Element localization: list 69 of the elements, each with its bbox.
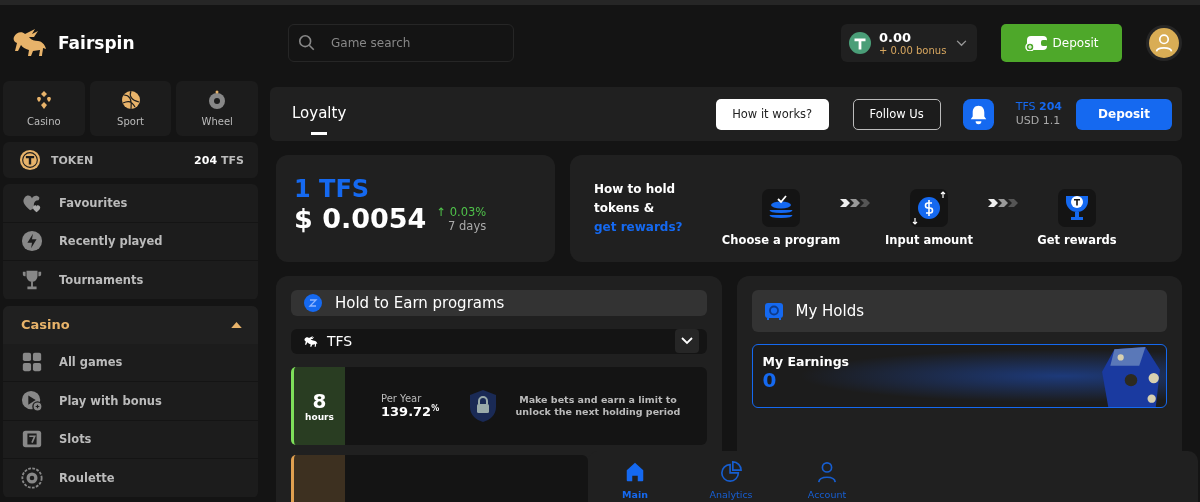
grid-icon (21, 351, 43, 374)
panel-title: My Holds (795, 302, 865, 320)
duration-number: 8 (312, 390, 327, 412)
duration-unit: hours (305, 412, 334, 422)
panel-title: Hold to Earn programs (335, 293, 505, 312)
category-tile[interactable]: Wheel (176, 81, 258, 136)
badge-icon (303, 292, 323, 313)
sidebar-item[interactable]: Favourites (3, 184, 258, 223)
roulette-icon (21, 466, 43, 489)
category-tile[interactable]: Sport (89, 81, 172, 136)
program-note: Make bets and earn a limit to unlock the next holding period (514, 394, 682, 418)
earnings-label: My Earnings (762, 354, 851, 369)
coin-stack-icon (762, 188, 800, 227)
bonus-amount: + 0.00 bonus (879, 45, 947, 56)
chevron-down-icon (680, 337, 693, 346)
follow-us-button[interactable]: Follow Us (852, 98, 941, 130)
lightning-icon (21, 230, 43, 253)
sidebar-item[interactable]: All games (3, 343, 258, 382)
token-select[interactable]: TFS (291, 328, 707, 354)
balance-dropdown[interactable]: 0.00 + 0.00 bonus (841, 24, 977, 62)
balance-amount: 0.00 (879, 30, 912, 45)
sidebar-item[interactable]: Tournaments (3, 261, 258, 300)
safe-icon (763, 301, 784, 321)
price-change: ↑ 0.03% (436, 204, 487, 219)
avatar-icon[interactable] (1149, 28, 1179, 58)
price-title: 1 TFS (294, 175, 371, 203)
category-tile[interactable]: Casino (3, 81, 85, 136)
sidebar-item[interactable]: Roulette (3, 459, 258, 498)
chevron-down-icon (956, 39, 967, 47)
deposit-button[interactable]: Deposit (1076, 98, 1172, 130)
yearly-rate: 139.72$^{%}$ (381, 403, 441, 420)
step-label: Choose a program (721, 232, 841, 247)
home-icon (624, 461, 646, 483)
token-unit: TFS (221, 153, 244, 167)
per-year-label: Per Year (381, 392, 423, 404)
loyalty-tab[interactable]: Loyalty (292, 93, 347, 135)
usd-balance: USD 1.1 (1015, 114, 1062, 128)
brand-name: Fairspin (58, 33, 135, 53)
token-coin-icon (19, 149, 41, 171)
step-label: Input amount (885, 232, 973, 247)
sidebar-item[interactable]: Play with bonus (3, 382, 258, 421)
sidebar-item[interactable]: Recently played (3, 222, 258, 261)
step-arrows-icon (988, 197, 1018, 208)
search-icon (298, 34, 316, 52)
how-it-works-button[interactable]: How it works? (715, 98, 829, 130)
program-card[interactable]: 8 hours Per Year 139.72$^{%}$ Make bets and earn a limit to unlock the next holding period (291, 367, 707, 445)
play-plus-icon (21, 389, 43, 412)
how-to-text: How to hold tokens & get rewards? (594, 181, 684, 236)
tfs-balance: TFS 204 (1015, 100, 1062, 114)
wheel-icon (207, 90, 228, 110)
bell-icon[interactable] (962, 98, 994, 130)
price-value: $ 0.0054 (294, 203, 427, 234)
token-amount: 204 (194, 153, 218, 167)
trophy-icon (1058, 188, 1096, 227)
price-period: 7 days (448, 218, 487, 233)
user-icon (816, 461, 838, 483)
pie-chart-icon (720, 461, 742, 483)
dollar-coin-icon (910, 188, 948, 227)
earnings-value: 0 (762, 369, 777, 391)
tether-coin-icon (849, 32, 871, 54)
step-arrows-icon (840, 197, 870, 208)
search-field[interactable]: Game search (288, 24, 514, 62)
sidebar-item[interactable]: Slots (3, 420, 258, 459)
lock-shield-icon (469, 389, 497, 423)
wallet-icon (1024, 35, 1049, 51)
token-label: TOKEN (51, 153, 95, 167)
trophy-icon (21, 268, 43, 291)
step-label: Get rewards (1037, 232, 1117, 247)
casino-section-header[interactable]: Casino (3, 305, 258, 344)
